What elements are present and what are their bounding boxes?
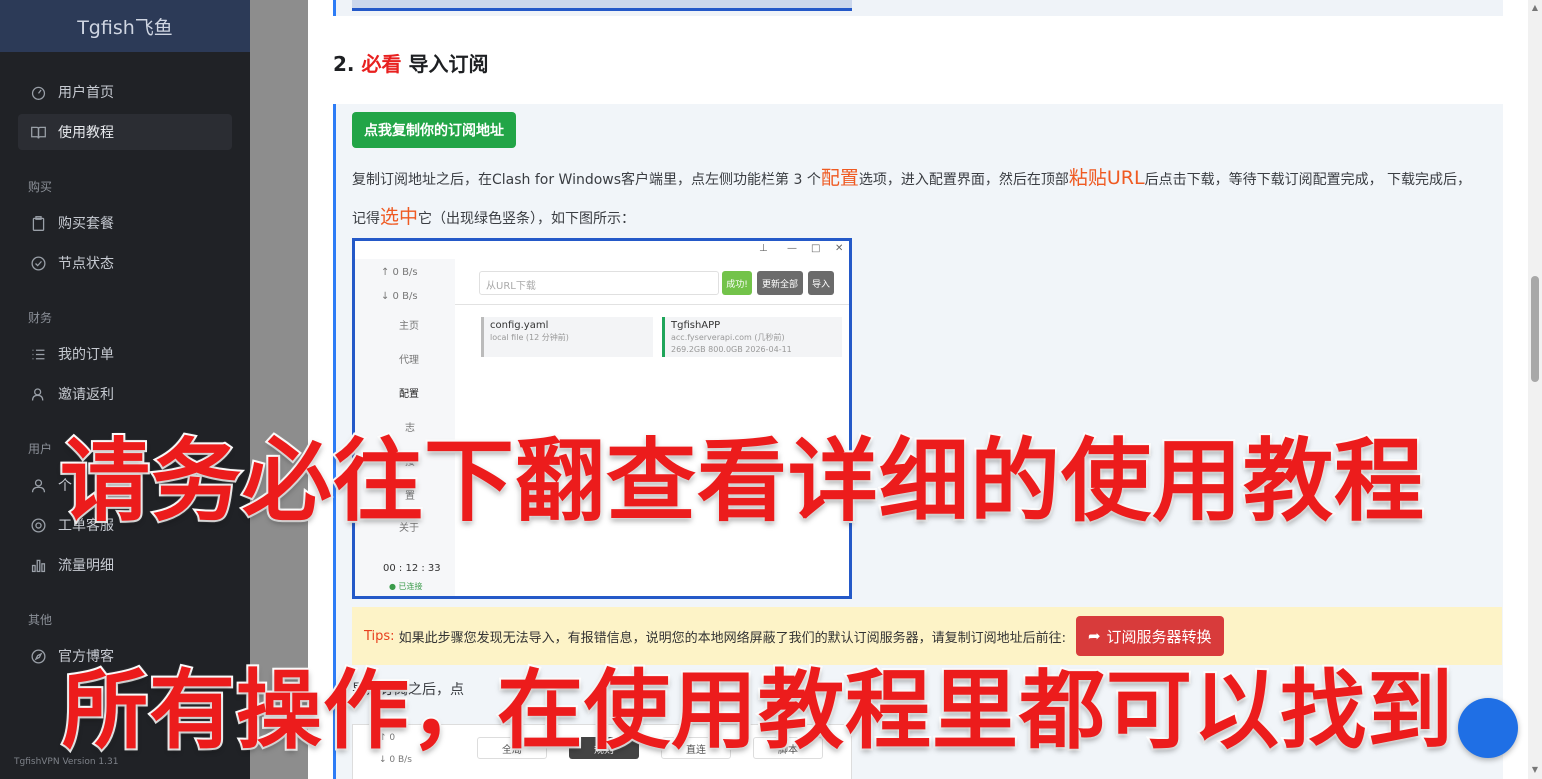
- clash-menu-config: 配置: [399, 389, 419, 400]
- minimize-icon: —: [787, 243, 797, 254]
- connected-status: ● 已连接: [389, 582, 423, 591]
- update-all-button: 更新全部: [757, 271, 803, 295]
- window-titlebar: ⊥ — □ ✕: [355, 241, 849, 259]
- sidebar-item-dashboard[interactable]: 用户首页: [18, 74, 232, 110]
- highlight-paste-url: 粘贴URL: [1068, 167, 1145, 189]
- download-speed: ↓ 0 B/s: [381, 291, 418, 302]
- overlay-caption-top: 请务必往下翻查看详细的使用教程: [58, 427, 1426, 536]
- previous-screenshot: [352, 0, 852, 11]
- dashboard-icon: [28, 82, 48, 102]
- card-title: config.yaml: [490, 320, 549, 331]
- sidebar-item-tutorial[interactable]: 使用教程: [18, 114, 232, 150]
- page-scrollbar[interactable]: ▲ ▼: [1528, 0, 1542, 779]
- sidebar-item-orders[interactable]: 我的订单: [18, 336, 232, 372]
- support-icon: [28, 515, 48, 535]
- book-icon: [28, 122, 48, 142]
- sidebar-item-label: 节点状态: [58, 256, 114, 272]
- upload-speed: ↑ 0 B/s: [381, 267, 418, 278]
- divider: [455, 304, 849, 305]
- section-title: 2. 必看 导入订阅: [333, 48, 488, 77]
- section-heading: 导入订阅: [408, 52, 489, 76]
- brand-logo[interactable]: Tgfish飞鱼: [0, 0, 250, 52]
- clash-menu-proxy: 代理: [399, 355, 419, 366]
- sidebar-group-title: 其他: [28, 613, 53, 627]
- para-text: 选项，进入配置界面，然后在顶部: [858, 172, 1069, 188]
- connected-label: 已连接: [398, 582, 423, 591]
- section-number: 2.: [333, 52, 355, 76]
- para-text: 复制订阅地址之后，在Clash for Windows客户端里，点左侧功能栏第 …: [352, 172, 821, 188]
- config-card-selected: TgfishAPP acc.fyserverapi.com (几秒前) 269.…: [662, 317, 842, 357]
- previous-section-block: [333, 0, 1503, 16]
- sidebar-item-label: 使用教程: [58, 125, 114, 141]
- maximize-icon: □: [811, 243, 821, 254]
- card-subtitle: local file (12 分钟前): [490, 333, 569, 342]
- copy-subscription-button[interactable]: 点我复制你的订阅地址: [352, 112, 516, 148]
- download-success-button: 成功!: [722, 271, 752, 295]
- check-circle-icon: [28, 253, 48, 273]
- card-subtitle: acc.fyserverapi.com (几秒前): [671, 333, 785, 342]
- para-text: 它（出现绿色竖条），如下图所示：: [418, 211, 636, 227]
- sidebar-item-label: 用户首页: [58, 85, 114, 101]
- scroll-down-arrow[interactable]: ▼: [1531, 766, 1539, 774]
- highlight-select: 选中: [380, 206, 419, 228]
- scroll-up-arrow[interactable]: ▲: [1531, 4, 1539, 12]
- sidebar-item-label: 我的订单: [58, 347, 114, 363]
- sidebar-nav: 用户首页 使用教程 购买 购买套餐 节点状态 财务 我的订单 邀请返利 用户 个: [0, 52, 250, 674]
- clipboard-icon: [28, 213, 48, 233]
- sidebar-item-buy-plan[interactable]: 购买套餐: [18, 205, 232, 241]
- sidebar-group-title: 购买: [28, 180, 53, 194]
- import-button: 导入: [808, 271, 834, 295]
- list-icon: [28, 344, 48, 364]
- floating-chat-button[interactable]: [1458, 698, 1518, 758]
- section-highlight: 必看: [361, 52, 402, 76]
- config-card-local: config.yaml local file (12 分钟前): [481, 317, 653, 357]
- instruction-paragraph: 复制订阅地址之后，在Clash for Windows客户端里，点左侧功能栏第 …: [352, 160, 1482, 238]
- uptime-timer: 00 : 12 : 33: [383, 563, 441, 574]
- users-icon: [28, 384, 48, 404]
- compass-icon: [28, 646, 48, 666]
- highlight-config: 配置: [820, 167, 859, 189]
- card-title: TgfishAPP: [671, 320, 721, 331]
- overlay-caption-bottom: 所有操作，在使用教程里都可以找到: [60, 659, 1455, 763]
- user-icon: [28, 475, 48, 495]
- clash-menu-home: 主页: [399, 321, 419, 332]
- sidebar-item-node-status[interactable]: 节点状态: [18, 245, 232, 281]
- sidebar-item-traffic[interactable]: 流量明细: [18, 547, 232, 583]
- url-input: 从URL下载: [479, 271, 719, 295]
- sidebar-group-title: 财务: [28, 311, 53, 325]
- card-meta: 269.2GB 800.0GB 2026-04-11: [671, 345, 792, 354]
- sidebar-item-label: 流量明细: [58, 558, 114, 574]
- sidebar-item-label: 购买套餐: [58, 216, 114, 232]
- scrollbar-thumb[interactable]: [1531, 276, 1539, 382]
- sidebar-item-label: 邀请返利: [58, 387, 114, 403]
- close-icon: ✕: [835, 243, 844, 254]
- sidebar-item-invite[interactable]: 邀请返利: [18, 376, 232, 412]
- bar-chart-icon: [28, 555, 48, 575]
- pin-icon: ⊥: [759, 243, 768, 254]
